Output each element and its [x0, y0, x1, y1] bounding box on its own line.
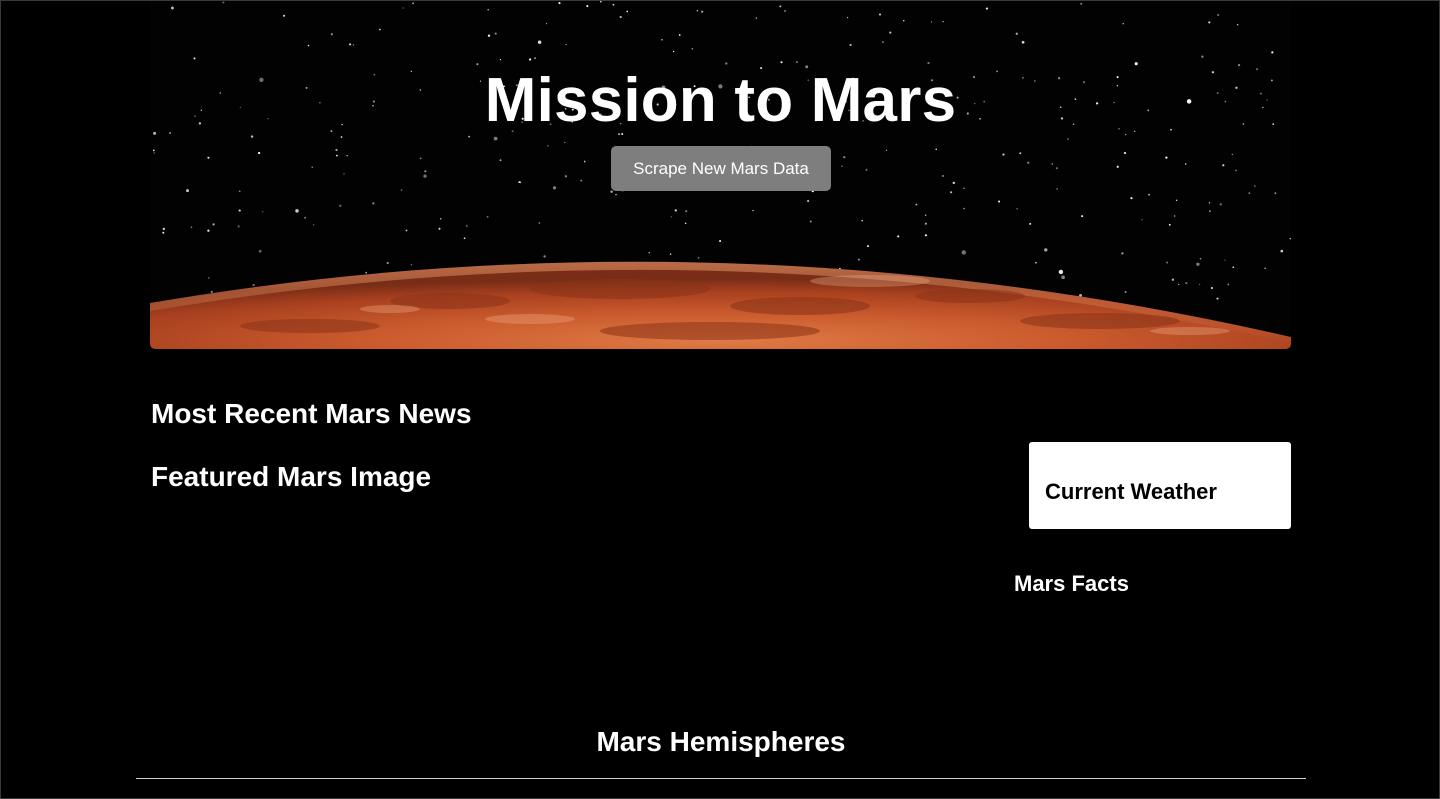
- scrape-new-mars-data-button[interactable]: Scrape New Mars Data: [611, 146, 831, 191]
- page-frame: Mission to Mars Scrape New Mars Data Mos…: [0, 0, 1440, 799]
- hero-jumbotron: Mission to Mars Scrape New Mars Data: [150, 1, 1291, 349]
- hemispheres-section-title: Mars Hemispheres: [596, 726, 846, 757]
- weather-section-title: Current Weather: [1045, 479, 1217, 504]
- news-section-title: Most Recent Mars News: [151, 398, 472, 429]
- section-divider: [136, 778, 1306, 779]
- facts-section-title: Mars Facts: [1014, 571, 1129, 596]
- featured-image-section-title: Featured Mars Image: [151, 461, 432, 492]
- page-title: Mission to Mars: [484, 66, 957, 135]
- weather-card: Current Weather: [1029, 442, 1291, 529]
